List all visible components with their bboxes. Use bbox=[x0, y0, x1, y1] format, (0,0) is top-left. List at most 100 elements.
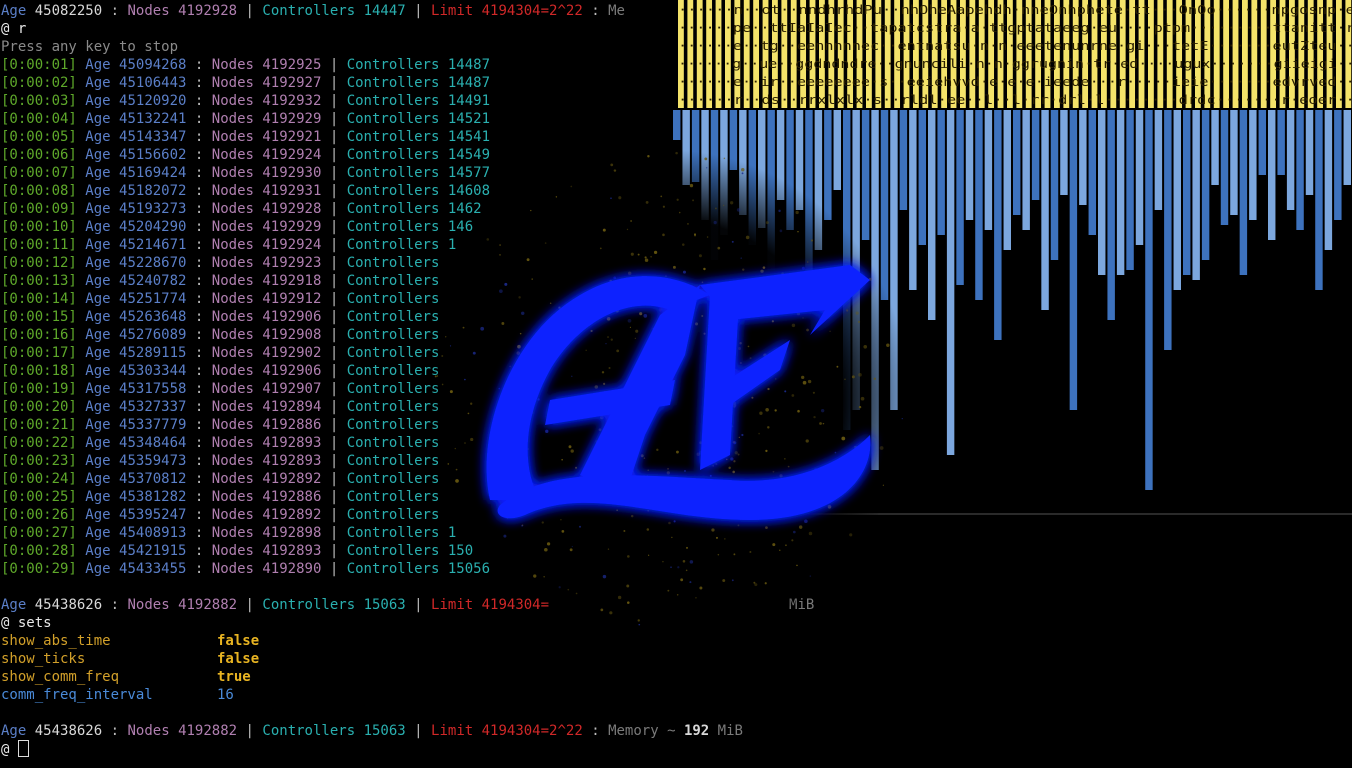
sparkle-dot bbox=[779, 229, 783, 233]
tick-line: [0:00:01] Age 45094268 : Nodes 4192925 |… bbox=[1, 57, 491, 73]
sparkle-dot bbox=[754, 583, 758, 587]
sparkle-dot bbox=[658, 308, 662, 312]
sparkle-dot bbox=[526, 258, 530, 262]
frequency-bar bbox=[1268, 110, 1276, 240]
tick-line: [0:00:28] Age 45421915 : Nodes 4192893 |… bbox=[1, 543, 474, 559]
sparkle-dot bbox=[737, 453, 740, 456]
tick-line: [0:00:10] Age 45204290 : Nodes 4192929 |… bbox=[1, 219, 474, 235]
sparkle-dot bbox=[745, 235, 750, 240]
sparkle-dot bbox=[693, 233, 697, 236]
sparkle-dot bbox=[827, 504, 832, 509]
sparkle-dot bbox=[695, 596, 697, 599]
tick-line: [0:00:15] Age 45263648 : Nodes 4192906 |… bbox=[1, 309, 440, 325]
sparkle-dot bbox=[603, 382, 606, 385]
setting-row: show_ticks false bbox=[1, 650, 259, 668]
sparkle-dot bbox=[668, 521, 671, 525]
sparkle-dot bbox=[851, 375, 855, 379]
sparkle-dot bbox=[795, 210, 799, 215]
sparkle-dot bbox=[682, 560, 686, 563]
frequency-bar bbox=[1230, 110, 1238, 215]
sparkle-dot bbox=[689, 560, 694, 564]
sparkle-dot bbox=[464, 378, 466, 381]
sparkle-dot bbox=[829, 330, 831, 333]
sparkle-dot bbox=[643, 314, 648, 318]
sparkle-dot bbox=[546, 542, 551, 546]
sparkle-dot bbox=[765, 221, 769, 225]
sparkle-dot bbox=[749, 357, 752, 360]
sparkle-dot bbox=[846, 309, 849, 312]
sparkle-dot bbox=[855, 311, 859, 315]
sparkle-dot bbox=[598, 428, 602, 432]
sparkle-dot bbox=[650, 255, 653, 258]
sparkle-dot bbox=[684, 469, 686, 472]
sparkle-dot bbox=[610, 338, 613, 341]
sparkle-dot bbox=[503, 534, 507, 538]
frequency-bar bbox=[975, 110, 983, 300]
sparkle-dot bbox=[759, 411, 763, 415]
sparkle-dot bbox=[518, 296, 521, 299]
sparkle-dot bbox=[694, 322, 699, 326]
ae-logo-overlay: AE bbox=[430, 140, 910, 635]
sparkle-dot bbox=[778, 209, 781, 213]
sparkle-dot bbox=[738, 436, 740, 438]
sparkle-dot bbox=[723, 204, 725, 207]
sparkle-dot bbox=[571, 375, 573, 378]
sparkle-dot bbox=[775, 378, 777, 380]
sparkle-dot bbox=[682, 270, 686, 274]
sparkle-dot bbox=[501, 322, 505, 325]
sparkle-dot bbox=[449, 345, 452, 347]
status-line-bottom: Age 45438626 : Nodes 4192882 | Controlle… bbox=[1, 723, 743, 739]
sparkle-dot bbox=[509, 365, 511, 368]
sparkle-dot bbox=[601, 371, 605, 374]
text-cursor bbox=[17, 740, 29, 757]
sparkle-dot bbox=[685, 546, 689, 549]
sparkle-dot bbox=[558, 586, 561, 589]
sparkle-dot bbox=[675, 151, 678, 155]
sparkle-dot bbox=[594, 385, 599, 389]
tick-line: [0:00:11] Age 45214671 : Nodes 4192924 |… bbox=[1, 237, 457, 253]
setting-value: false bbox=[217, 633, 260, 649]
setting-row: comm_freq_interval 16 bbox=[1, 686, 234, 704]
sparkle-dot bbox=[464, 442, 466, 444]
frequency-bar bbox=[1116, 110, 1125, 275]
sparkle-dot bbox=[689, 581, 692, 584]
sparkle-dot bbox=[667, 589, 670, 592]
sparkle-dot bbox=[630, 514, 634, 518]
sparkle-dot bbox=[765, 526, 768, 529]
sparkle-dot bbox=[734, 451, 738, 455]
frequency-bar bbox=[928, 110, 936, 320]
frequency-bar bbox=[1164, 110, 1172, 350]
sparkle-dot bbox=[791, 323, 796, 328]
sparkle-dot bbox=[741, 433, 744, 437]
sparkle-dot bbox=[809, 575, 812, 577]
sparkle-dot bbox=[819, 422, 822, 425]
sparkle-dot bbox=[806, 328, 809, 332]
sparkle-dot bbox=[739, 342, 742, 345]
sparkle-dot bbox=[470, 437, 474, 442]
sparkle-dot bbox=[575, 466, 578, 469]
sparkle-dot bbox=[731, 579, 734, 582]
sparkle-dot bbox=[812, 391, 815, 394]
sparkle-dot bbox=[644, 256, 647, 259]
tick-line: [0:00:23] Age 45359473 : Nodes 4192893 |… bbox=[1, 453, 440, 469]
tick-line: [0:00:26] Age 45395247 : Nodes 4192892 |… bbox=[1, 507, 440, 523]
sparkle-dot bbox=[726, 458, 728, 461]
sparkle-dot bbox=[544, 547, 548, 552]
sparkle-dot bbox=[647, 155, 650, 158]
sparkle-dot bbox=[836, 365, 839, 368]
frequency-bar bbox=[1079, 110, 1087, 205]
sparkle-dot bbox=[797, 230, 799, 233]
sparkle-dot bbox=[644, 258, 649, 262]
sparkle-dot bbox=[626, 228, 629, 231]
sparkle-dot bbox=[771, 320, 774, 323]
sparkle-dot bbox=[627, 318, 632, 323]
sparkle-dot bbox=[732, 403, 737, 408]
frequency-bar bbox=[1022, 110, 1030, 230]
sparkle-dot bbox=[613, 276, 617, 280]
sparkle-dot bbox=[689, 183, 694, 188]
frequency-bar bbox=[1126, 110, 1134, 270]
sparkle-dot bbox=[774, 409, 777, 412]
input-prompt[interactable]: @ bbox=[1, 740, 29, 758]
tick-line: [0:00:09] Age 45193273 : Nodes 4192928 |… bbox=[1, 201, 482, 217]
sparkle-dot bbox=[791, 394, 795, 397]
